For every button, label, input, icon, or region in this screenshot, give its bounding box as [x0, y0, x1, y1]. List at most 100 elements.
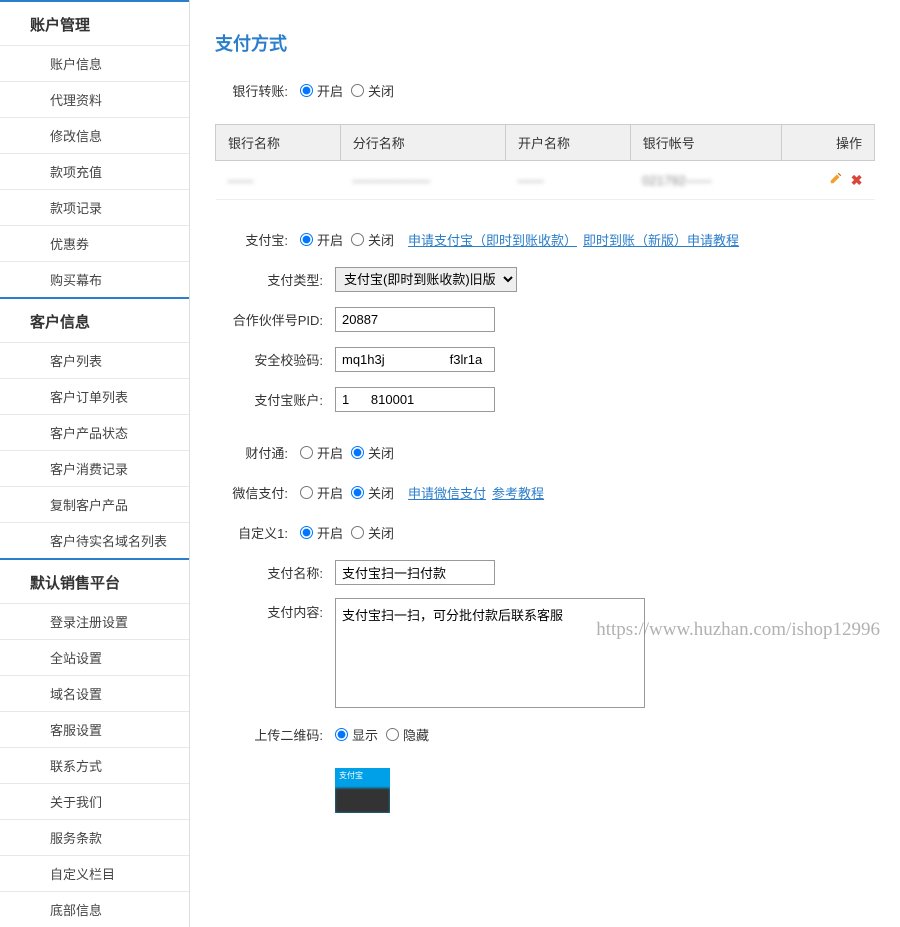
wechat-off[interactable]: 关闭 [351, 483, 394, 502]
wechat-tutorial-link[interactable]: 参考教程 [492, 483, 544, 502]
sidebar-item-contact[interactable]: 联系方式 [0, 747, 189, 783]
sidebar-item-buy-curtain[interactable]: 购买幕布 [0, 261, 189, 297]
custom1-row: 自定义1: 开启 关闭 [215, 518, 875, 546]
custom1-on-text: 开启 [317, 523, 343, 542]
tenpay-on[interactable]: 开启 [300, 443, 343, 462]
alipay-off[interactable]: 关闭 [351, 230, 394, 249]
alipay-account-label: 支付宝账户: [215, 390, 335, 409]
sidebar-item-account-info[interactable]: 账户信息 [0, 45, 189, 81]
custom1-name-input[interactable] [335, 560, 495, 585]
alipay-apply-link[interactable]: 申请支付宝（即时到账收款） [408, 230, 577, 249]
custom1-off-text: 关闭 [368, 523, 394, 542]
sidebar-item-about[interactable]: 关于我们 [0, 783, 189, 819]
wechat-on-radio[interactable] [300, 486, 313, 499]
wechat-off-radio[interactable] [351, 486, 364, 499]
custom1-on-radio[interactable] [300, 526, 313, 539]
tenpay-on-text: 开启 [317, 443, 343, 462]
custom1-qr-label: 上传二维码: [215, 725, 335, 744]
sidebar-item-consumption-records[interactable]: 客户消费记录 [0, 450, 189, 486]
sidebar-item-coupons[interactable]: 优惠券 [0, 225, 189, 261]
tenpay-off-text: 关闭 [368, 443, 394, 462]
bank-transfer-on-radio[interactable] [300, 84, 313, 97]
sidebar-item-service-settings[interactable]: 客服设置 [0, 711, 189, 747]
custom1-qr-hide-text: 隐藏 [403, 725, 429, 744]
custom1-qr-show-text: 显示 [352, 725, 378, 744]
cell-actions: ✖ [782, 161, 875, 200]
custom1-qr-hide-radio[interactable] [386, 728, 399, 741]
alipay-type-select[interactable]: 支付宝(即时到账收款)旧版 [335, 267, 517, 292]
sidebar-item-modify-info[interactable]: 修改信息 [0, 117, 189, 153]
table-header-bank-name: 银行名称 [216, 125, 341, 161]
alipay-on-radio[interactable] [300, 233, 313, 246]
sidebar-item-site-settings[interactable]: 全站设置 [0, 639, 189, 675]
sidebar-item-custom-column[interactable]: 自定义栏目 [0, 855, 189, 891]
sidebar-item-login-settings[interactable]: 登录注册设置 [0, 603, 189, 639]
alipay-off-text: 关闭 [368, 230, 394, 249]
table-header-account-name: 开户名称 [506, 125, 631, 161]
alipay-tutorial-link[interactable]: 即时到账（新版）申请教程 [583, 230, 739, 249]
alipay-key-input[interactable] [335, 347, 495, 372]
alipay-key-row: 安全校验码: [215, 345, 875, 373]
sidebar-item-customer-list[interactable]: 客户列表 [0, 342, 189, 378]
sidebar-section-customer: 客户信息 [0, 297, 189, 342]
alipay-on[interactable]: 开启 [300, 230, 343, 249]
edit-icon[interactable] [829, 171, 843, 185]
bank-transfer-off-text: 关闭 [368, 81, 394, 100]
alipay-on-text: 开启 [317, 230, 343, 249]
bank-transfer-off-radio[interactable] [351, 84, 364, 97]
cell-branch: —————— [340, 161, 505, 200]
sidebar-item-pending-domains[interactable]: 客户待实名域名列表 [0, 522, 189, 558]
tenpay-row: 财付通: 开启 关闭 [215, 438, 875, 466]
tenpay-off[interactable]: 关闭 [351, 443, 394, 462]
alipay-type-row: 支付类型: 支付宝(即时到账收款)旧版 [215, 265, 875, 293]
bank-accounts-table: 银行名称 分行名称 开户名称 银行帐号 操作 —— —————— —— 0217… [215, 124, 875, 200]
tenpay-on-radio[interactable] [300, 446, 313, 459]
delete-icon[interactable]: ✖ [851, 172, 863, 189]
alipay-account-row: 支付宝账户: [215, 385, 875, 413]
sidebar-item-domain-settings[interactable]: 域名设置 [0, 675, 189, 711]
custom1-off[interactable]: 关闭 [351, 523, 394, 542]
bank-transfer-on[interactable]: 开启 [300, 81, 343, 100]
bank-transfer-label: 银行转账: [215, 81, 300, 100]
table-header-branch: 分行名称 [340, 125, 505, 161]
custom1-name-row: 支付名称: [215, 558, 875, 586]
custom1-content-textarea[interactable] [335, 598, 645, 708]
cell-account-name: —— [506, 161, 631, 200]
custom1-qr-show-radio[interactable] [335, 728, 348, 741]
tenpay-label: 财付通: [215, 443, 300, 462]
custom1-qr-show[interactable]: 显示 [335, 725, 378, 744]
sidebar-item-copy-product[interactable]: 复制客户产品 [0, 486, 189, 522]
sidebar-section-platform: 默认销售平台 [0, 558, 189, 603]
wechat-off-text: 关闭 [368, 483, 394, 502]
alipay-pid-label: 合作伙伴号PID: [215, 310, 335, 329]
alipay-pid-input[interactable] [335, 307, 495, 332]
sidebar: 账户管理 账户信息 代理资料 修改信息 款项充值 款项记录 优惠券 购买幕布 客… [0, 0, 190, 927]
bank-transfer-row: 银行转账: 开启 关闭 [215, 76, 875, 104]
alipay-qr-image [335, 768, 390, 813]
alipay-off-radio[interactable] [351, 233, 364, 246]
sidebar-item-recharge[interactable]: 款项充值 [0, 153, 189, 189]
custom1-content-label: 支付内容: [215, 598, 335, 621]
custom1-content-row: 支付内容: [215, 598, 875, 708]
sidebar-item-customer-orders[interactable]: 客户订单列表 [0, 378, 189, 414]
alipay-label: 支付宝: [215, 230, 300, 249]
sidebar-item-product-status[interactable]: 客户产品状态 [0, 414, 189, 450]
custom1-off-radio[interactable] [351, 526, 364, 539]
sidebar-item-agent-info[interactable]: 代理资料 [0, 81, 189, 117]
custom1-on[interactable]: 开启 [300, 523, 343, 542]
main-content: 支付方式 银行转账: 开启 关闭 银行名称 分行名称 开户名称 银行帐号 操作 … [190, 0, 900, 927]
alipay-pid-row: 合作伙伴号PID: [215, 305, 875, 333]
tenpay-off-radio[interactable] [351, 446, 364, 459]
wechat-on[interactable]: 开启 [300, 483, 343, 502]
alipay-account-input[interactable] [335, 387, 495, 412]
bank-transfer-on-text: 开启 [317, 81, 343, 100]
sidebar-item-footer-info[interactable]: 底部信息 [0, 891, 189, 927]
wechat-apply-link[interactable]: 申请微信支付 [408, 483, 486, 502]
alipay-key-label: 安全校验码: [215, 350, 335, 369]
custom1-qr-hide[interactable]: 隐藏 [386, 725, 429, 744]
table-header-account-number: 银行帐号 [630, 125, 781, 161]
sidebar-item-payment-records[interactable]: 款项记录 [0, 189, 189, 225]
sidebar-section-account: 账户管理 [0, 0, 189, 45]
bank-transfer-off[interactable]: 关闭 [351, 81, 394, 100]
sidebar-item-terms[interactable]: 服务条款 [0, 819, 189, 855]
